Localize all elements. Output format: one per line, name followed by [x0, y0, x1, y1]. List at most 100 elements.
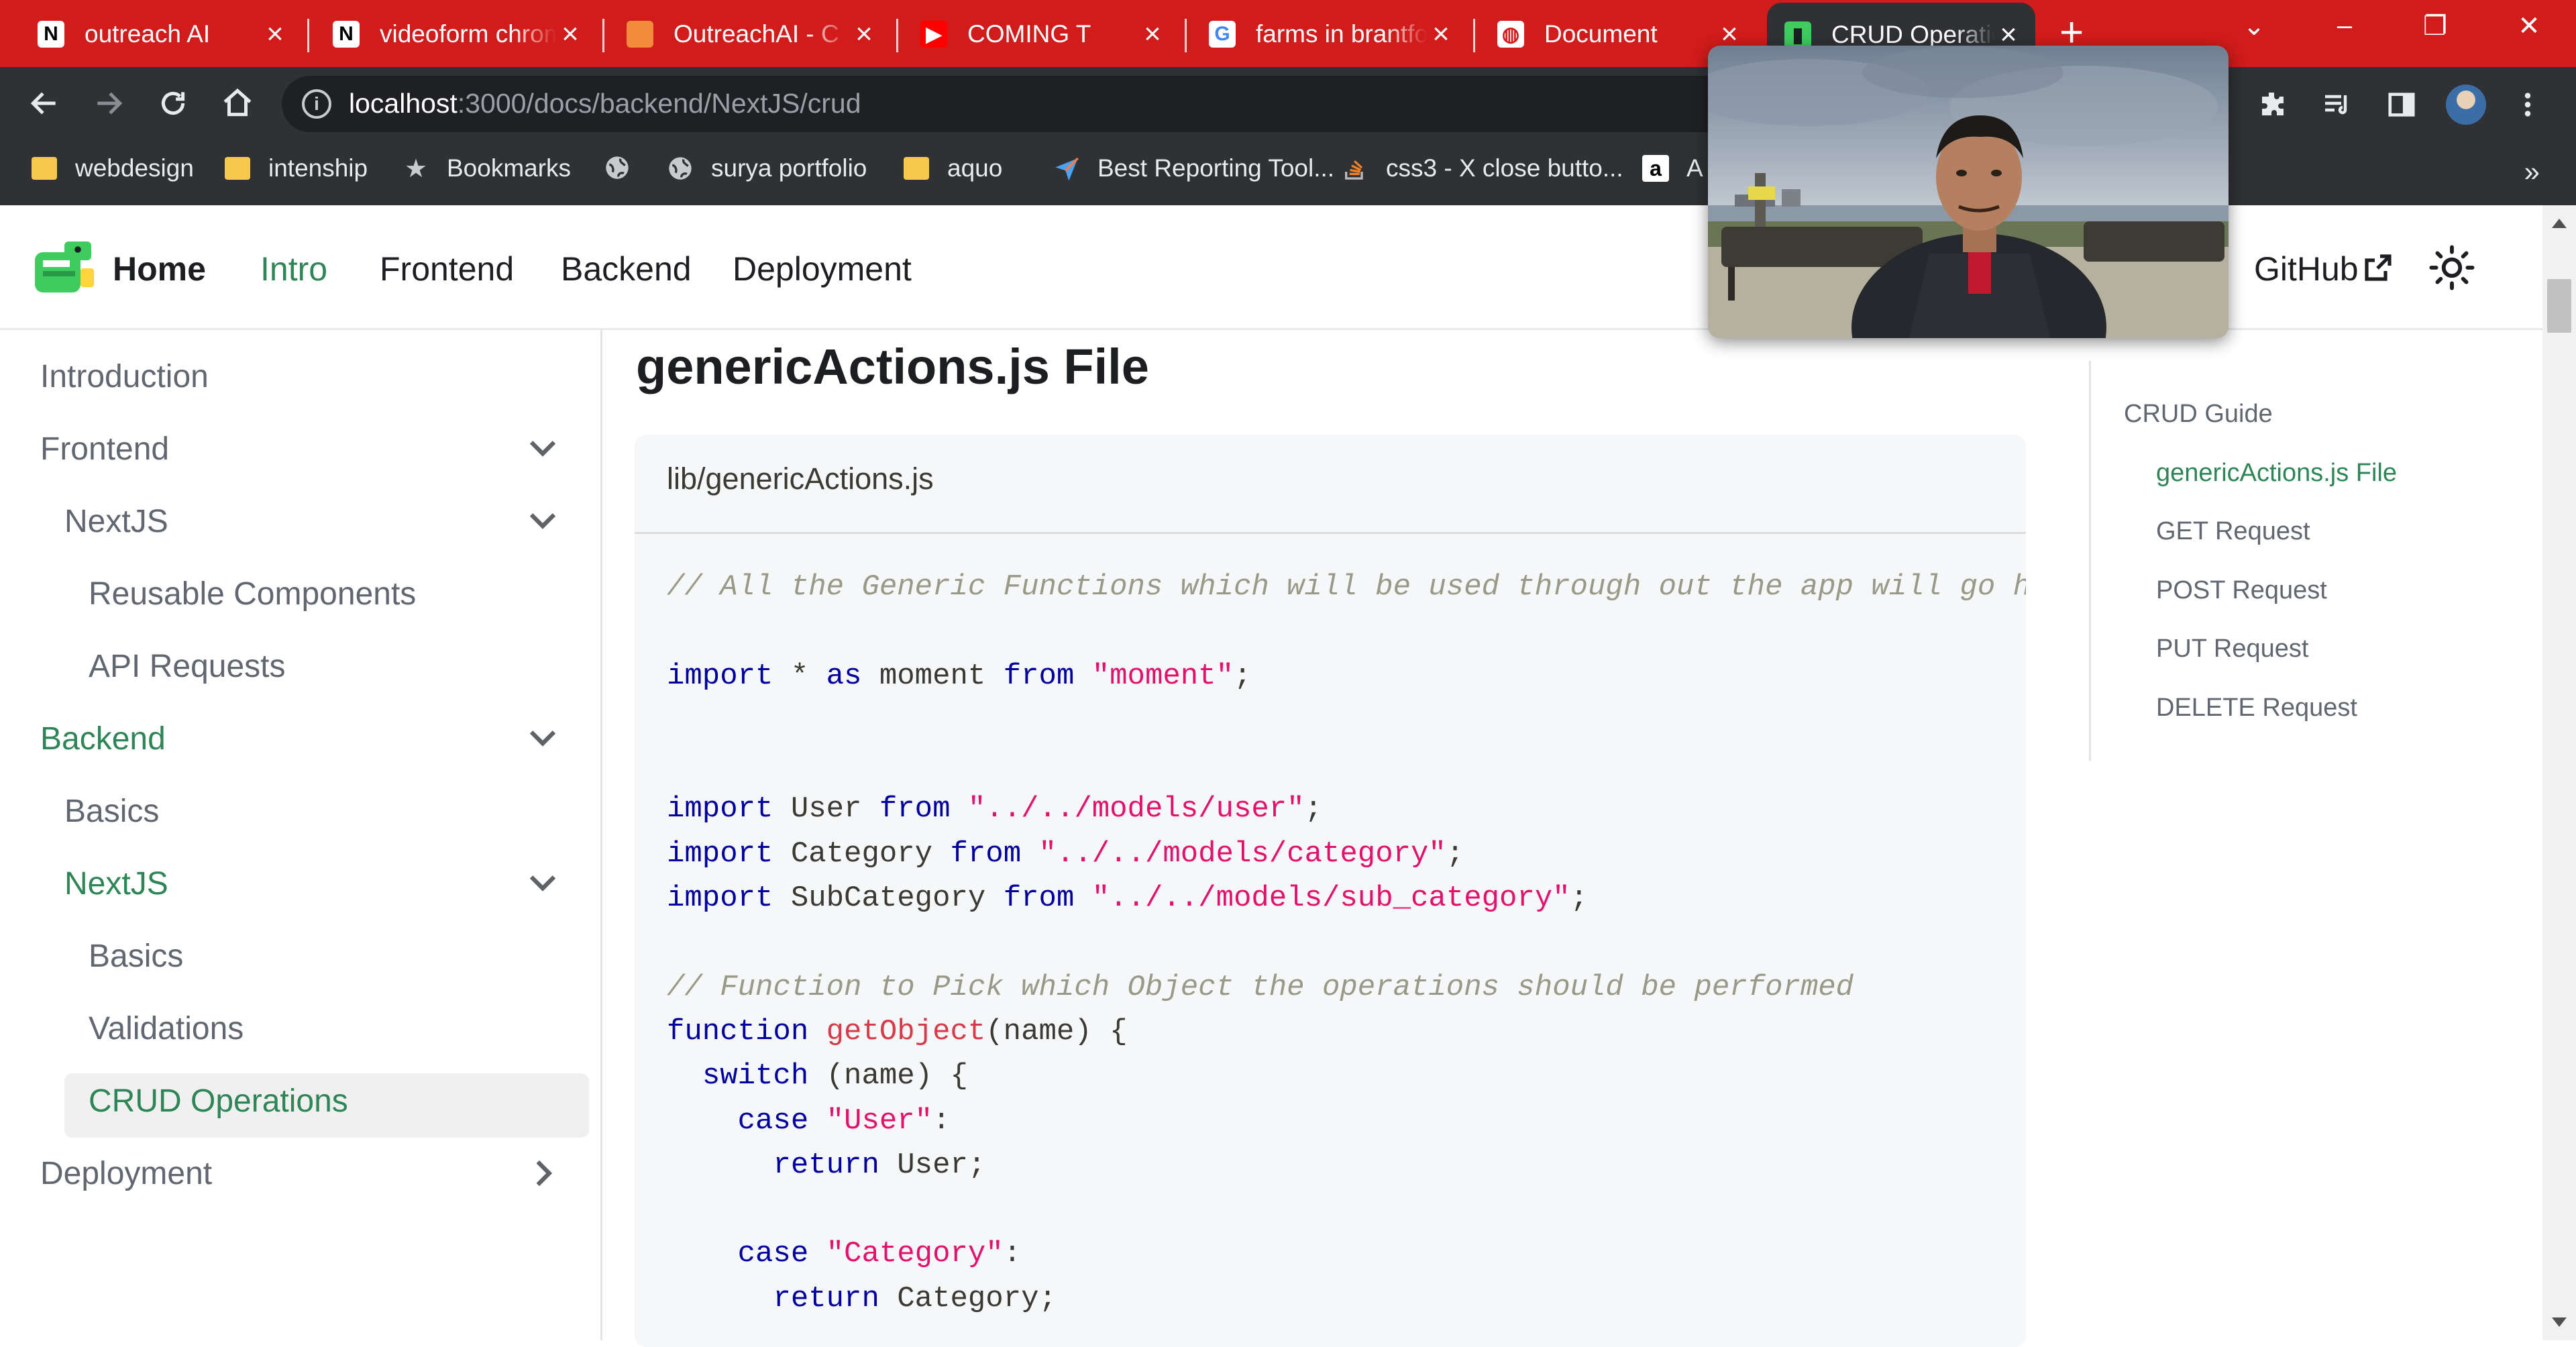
sidebar-item-introduction[interactable]: Introduction [40, 358, 209, 395]
extensions-icon[interactable] [2254, 86, 2292, 123]
tab-close-icon[interactable]: × [851, 19, 877, 49]
code-token: moment [861, 659, 1004, 693]
code-token: Category; [879, 1281, 1057, 1315]
sidebar-item-frontend[interactable]: Frontend [40, 431, 169, 468]
toc-link-delete-request[interactable]: DELETE Request [2156, 694, 2357, 722]
reload-icon[interactable] [152, 82, 195, 125]
site-info-icon[interactable]: i [302, 89, 331, 119]
sidebar-item-basics[interactable]: Basics [64, 793, 159, 830]
tab-separator [1185, 19, 1187, 52]
browser-tab[interactable]: Nvideoform chrome× [315, 5, 597, 63]
chevron-down-icon[interactable] [523, 429, 562, 468]
chevron-right-icon[interactable] [523, 1154, 562, 1193]
code-token: "Category" [826, 1237, 1004, 1271]
browser-tab[interactable]: Gfarms in brantford× [1191, 5, 1468, 63]
side-panel-icon[interactable] [2383, 86, 2420, 123]
sidebar-item-nextjs[interactable]: NextJS [64, 865, 168, 902]
bookmark-item[interactable]: Best Reporting Tool... [1053, 154, 1334, 182]
sidebar-item-api-requests[interactable]: API Requests [89, 648, 285, 685]
toc-link-genericactions-js-file[interactable]: genericActions.js File [2156, 459, 2397, 488]
tab-close-icon[interactable]: × [1428, 19, 1454, 49]
bookmark-item[interactable]: aquo [903, 154, 1002, 182]
globe-icon [604, 154, 631, 181]
toc-link-crud-guide[interactable]: CRUD Guide [2124, 400, 2273, 429]
media-control-icon[interactable] [2318, 86, 2356, 123]
tab-separator [307, 19, 309, 52]
folder-icon [31, 155, 58, 182]
url-text[interactable]: localhost:3000/docs/backend/NextJS/crud [349, 88, 861, 119]
nav-intro-link[interactable]: Intro [260, 250, 327, 288]
scroll-up-arrow-icon[interactable] [2552, 219, 2567, 228]
chevron-down-icon[interactable] [523, 719, 562, 758]
code-token: "../../models/category" [1038, 837, 1446, 871]
tab-title: COMING T [967, 20, 1091, 48]
profile-avatar[interactable] [2446, 85, 2486, 125]
tab-title: outreach AI [85, 20, 211, 48]
home-icon[interactable] [216, 82, 259, 125]
tab-close-icon[interactable]: × [1716, 19, 1743, 49]
back-icon[interactable] [23, 82, 66, 125]
code-line: case "User": [667, 1099, 2026, 1143]
tab-title: CRUD Operations [1831, 21, 1995, 48]
more-bookmarks-icon[interactable]: » [2524, 156, 2540, 188]
page-scrollbar[interactable] [2542, 205, 2576, 1340]
nav-frontend-link[interactable]: Frontend [380, 250, 514, 288]
toc-link-post-request[interactable]: POST Request [2156, 576, 2327, 605]
code-token: : [1003, 1237, 1022, 1271]
chevron-down-icon[interactable] [523, 502, 562, 541]
bookmark-item[interactable]: intenship [224, 154, 368, 182]
webcam-overlay[interactable] [1708, 46, 2229, 338]
code-token: (name) { [808, 1059, 968, 1093]
bookmark-item[interactable]: webdesign [31, 154, 194, 182]
bookmark-item[interactable]: aA [1642, 154, 1703, 182]
browser-tab[interactable]: Noutreach AI × [20, 5, 302, 63]
bookmark-item[interactable] [604, 154, 648, 181]
sidebar-item-reusable-components[interactable]: Reusable Components [89, 576, 416, 612]
nav-backend-link[interactable]: Backend [561, 250, 692, 288]
nav-github-link[interactable]: GitHub [2254, 250, 2359, 288]
toc-link-get-request[interactable]: GET Request [2156, 517, 2310, 546]
tab-close-icon[interactable]: × [1995, 20, 2022, 50]
tab-search-icon[interactable]: ⌄ [2234, 11, 2274, 42]
theme-toggle-sun-icon[interactable] [2428, 244, 2475, 291]
notion-icon: N [38, 21, 64, 48]
tab-separator [1473, 19, 1475, 52]
nav-deployment-link[interactable]: Deployment [733, 250, 912, 288]
chevron-down-icon[interactable] [523, 864, 562, 903]
bookmark-item[interactable]: surya portfolio [667, 154, 867, 182]
browser-menu-icon[interactable] [2509, 86, 2546, 123]
nav-home-link[interactable]: Home [113, 250, 206, 288]
bookmark-item[interactable]: css3 - X close butto... [1342, 154, 1623, 182]
bookmark-label: webdesign [75, 154, 194, 182]
tab-separator [896, 19, 898, 52]
docusaurus-logo-icon[interactable] [32, 239, 97, 298]
sidebar-item-basics[interactable]: Basics [89, 938, 183, 975]
minimize-icon[interactable]: – [2324, 11, 2365, 41]
code-line: import User from "../../models/user"; [667, 787, 2026, 831]
sidebar-item-nextjs[interactable]: NextJS [64, 503, 168, 540]
send-icon [1053, 155, 1080, 182]
tab-close-icon[interactable]: × [1139, 19, 1166, 49]
forward-icon[interactable] [87, 82, 130, 125]
sidebar-item-deployment[interactable]: Deployment [40, 1155, 212, 1192]
tab-close-icon[interactable]: × [262, 19, 288, 49]
code-token: "../../models/user" [967, 792, 1305, 826]
toc-link-put-request[interactable]: PUT Request [2156, 635, 2308, 663]
close-window-icon[interactable]: ✕ [2509, 11, 2549, 42]
sidebar-item-backend[interactable]: Backend [40, 720, 166, 757]
scroll-down-arrow-icon[interactable] [2552, 1317, 2567, 1327]
code-line: function getObject(name) { [667, 1010, 2026, 1054]
browser-tab[interactable]: ▶ COMING T × [903, 5, 1179, 63]
bookmark-item[interactable]: ★ Bookmarks [402, 154, 571, 183]
code-token: // All the Generic Functions which will … [667, 570, 2026, 604]
bookmark-label: intenship [268, 154, 368, 182]
code-line: return User; [667, 1143, 2026, 1187]
sidebar-item-validations[interactable]: Validations [89, 1010, 244, 1047]
browser-tab[interactable]: OutreachAI - C × [609, 5, 891, 63]
tab-close-icon[interactable]: × [557, 19, 584, 49]
restore-icon[interactable]: ❐ [2415, 11, 2455, 42]
code-token: User; [879, 1148, 986, 1182]
sidebar-item-crud-operations[interactable]: CRUD Operations [89, 1083, 348, 1120]
scrollbar-thumb[interactable] [2547, 279, 2571, 333]
